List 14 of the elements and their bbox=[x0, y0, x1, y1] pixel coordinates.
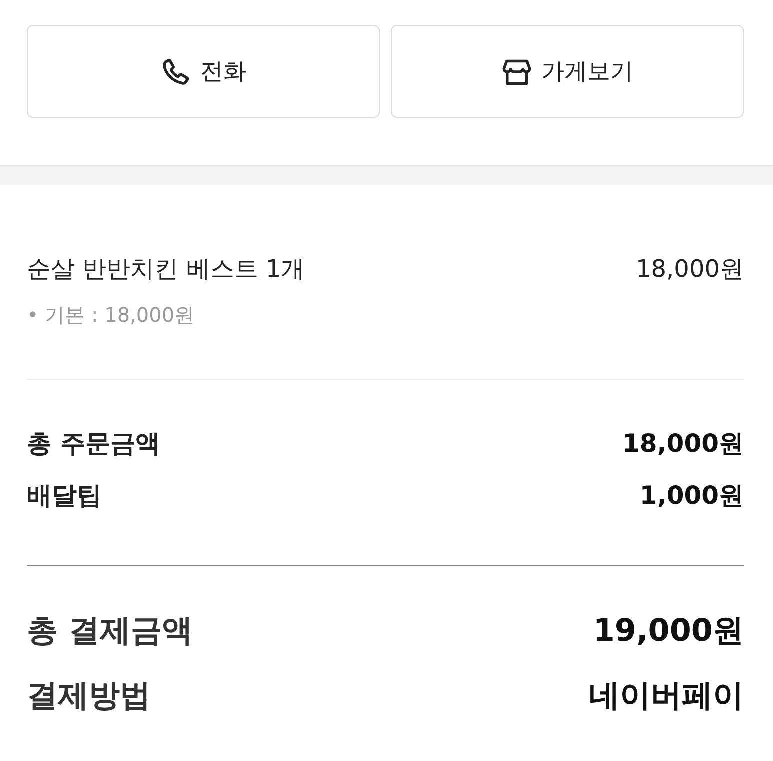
menu-item-price: 18,000원 bbox=[636, 254, 744, 285]
call-button[interactable]: 전화 bbox=[27, 25, 380, 118]
phone-icon bbox=[160, 56, 190, 86]
payment-value: 네이버페이 bbox=[589, 677, 744, 716]
summary-label: 총 주문금액 bbox=[27, 428, 161, 460]
payment-label: 결제방법 bbox=[27, 677, 151, 716]
menu-item-option: • 기본 : 18,000원 bbox=[27, 301, 744, 329]
store-button[interactable]: 가게보기 bbox=[391, 25, 744, 118]
summary-amount: 1,000원 bbox=[640, 480, 744, 512]
payment-value: 19,000원 bbox=[593, 612, 744, 651]
menu-item-name: 순살 반반치킨 베스트 1개 bbox=[27, 254, 306, 285]
payment-label: 총 결제금액 bbox=[27, 612, 193, 651]
summary-amount: 18,000원 bbox=[622, 428, 744, 460]
summary-label: 배달팁 bbox=[27, 480, 102, 512]
